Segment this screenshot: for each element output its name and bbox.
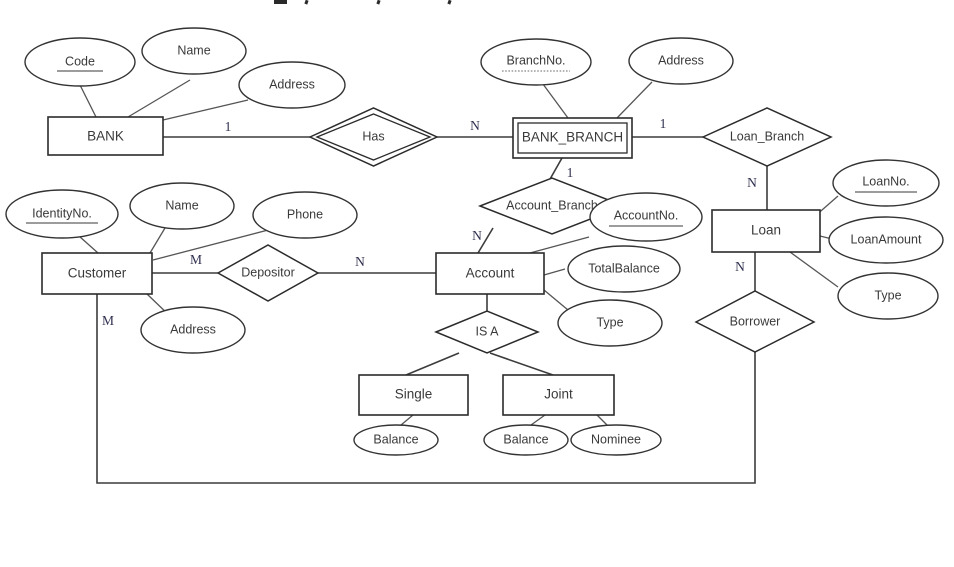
attribute-bank-address-label: Address [269, 77, 315, 91]
attribute-accountno[interactable]: AccountNo. [589, 192, 703, 242]
edge-loan-type [789, 251, 839, 288]
entity-customer-label: Customer [68, 266, 127, 281]
attribute-account-type[interactable]: Type [557, 299, 663, 347]
attribute-bank-code-label: Code [65, 54, 95, 68]
entity-bank-label: BANK [87, 129, 124, 144]
edge-customer-name [149, 227, 166, 254]
attribute-joint-nominee[interactable]: Nominee [570, 424, 662, 456]
entity-account[interactable]: Account [435, 252, 545, 295]
edge-account-totalbalance [543, 268, 566, 276]
cardinality-acctbranch-account: N [472, 228, 482, 243]
relationship-depositor[interactable]: Depositor [216, 244, 320, 302]
edge-isa-joint [489, 352, 554, 376]
attribute-bank-name[interactable]: Name [141, 27, 247, 75]
relationship-account-branch-label: Account_Branch [506, 198, 598, 212]
attribute-loan-type-label: Type [874, 288, 901, 302]
relationship-is-a-label: IS A [476, 324, 500, 338]
attribute-single-balance[interactable]: Balance [353, 424, 439, 456]
entity-joint-label: Joint [544, 387, 573, 402]
edge-branch-branchno [539, 79, 569, 119]
attribute-branchno-label: BranchNo. [506, 53, 565, 67]
attribute-branch-address[interactable]: Address [628, 37, 734, 85]
cardinality-customer-depositor: M [190, 252, 202, 267]
entity-bank-branch-label: BANK_BRANCH [522, 130, 623, 145]
attribute-loanamount[interactable]: LoanAmount [828, 216, 944, 264]
attribute-joint-nominee-label: Nominee [591, 432, 641, 446]
cardinality-branch-loanbranch: 1 [660, 116, 667, 131]
entity-loan[interactable]: Loan [711, 209, 821, 253]
attribute-loan-type[interactable]: Type [837, 272, 939, 320]
cardinality-loanbranch-loan: N [747, 175, 757, 190]
entity-single-label: Single [395, 387, 433, 402]
entity-bank-branch[interactable]: BANK_BRANCH [512, 117, 633, 159]
edge-isa-single [405, 352, 460, 376]
cardinality-borrower-customer: M [102, 313, 114, 328]
edge-bank-address [162, 99, 249, 121]
attribute-loanno[interactable]: LoanNo. [832, 159, 940, 207]
attribute-joint-balance[interactable]: Balance [483, 424, 569, 456]
attribute-totalbalance[interactable]: TotalBalance [567, 245, 681, 293]
attribute-account-type-label: Type [596, 315, 623, 329]
relationship-borrower[interactable]: Borrower [694, 290, 816, 353]
attribute-identityno-label: IdentityNo. [32, 206, 92, 220]
attribute-branch-address-label: Address [658, 53, 704, 67]
relationship-has[interactable]: Has [308, 107, 439, 167]
cardinality-branch-acctbranch: 1 [567, 165, 574, 180]
entity-single[interactable]: Single [358, 374, 469, 416]
entity-loan-label: Loan [751, 223, 781, 238]
attribute-single-balance-label: Balance [373, 432, 418, 446]
edge-bank-code [79, 84, 97, 118]
er-diagram-canvas: BANK Code Name Address Has 1 N BANK_BRAN… [0, 0, 954, 567]
entity-joint[interactable]: Joint [502, 374, 615, 416]
attribute-joint-balance-label: Balance [503, 432, 548, 446]
entity-bank[interactable]: BANK [47, 116, 164, 156]
relationship-is-a[interactable]: IS A [434, 310, 540, 354]
relationship-borrower-label: Borrower [730, 314, 781, 328]
attribute-branchno[interactable]: BranchNo. [480, 38, 592, 86]
attribute-identityno[interactable]: IdentityNo. [5, 189, 119, 239]
cardinality-loan-borrower: N [735, 259, 745, 274]
relationship-loan-branch[interactable]: Loan_Branch [701, 107, 833, 167]
attribute-loanno-label: LoanNo. [862, 174, 909, 188]
edge-branch-address [616, 81, 653, 119]
attribute-loanamount-label: LoanAmount [851, 232, 922, 246]
attribute-customer-phone-label: Phone [287, 207, 323, 221]
edge-account-accountno [529, 236, 590, 254]
edge-bank-name [127, 79, 191, 118]
relationship-depositor-label: Depositor [241, 265, 295, 279]
attribute-bank-name-label: Name [177, 43, 210, 57]
entity-customer[interactable]: Customer [41, 252, 153, 295]
relationship-has-label: Has [362, 129, 384, 143]
attribute-customer-address[interactable]: Address [140, 306, 246, 354]
attribute-bank-code[interactable]: Code [24, 37, 136, 87]
cropped-title-artifact [274, 0, 452, 5]
cardinality-depositor-account: N [355, 254, 365, 269]
attribute-totalbalance-label: TotalBalance [588, 261, 660, 275]
attribute-customer-phone[interactable]: Phone [252, 191, 358, 239]
attribute-bank-address[interactable]: Address [238, 61, 346, 109]
cardinality-has-bankbranch: N [470, 118, 480, 133]
entity-account-label: Account [466, 266, 515, 281]
edge-account-type [543, 289, 569, 311]
attribute-accountno-label: AccountNo. [614, 208, 679, 222]
attribute-customer-address-label: Address [170, 322, 216, 336]
attribute-customer-name-label: Name [165, 198, 198, 212]
cardinality-bank-has: 1 [225, 119, 232, 134]
attribute-customer-name[interactable]: Name [129, 182, 235, 230]
relationship-loan-branch-label: Loan_Branch [730, 129, 804, 143]
